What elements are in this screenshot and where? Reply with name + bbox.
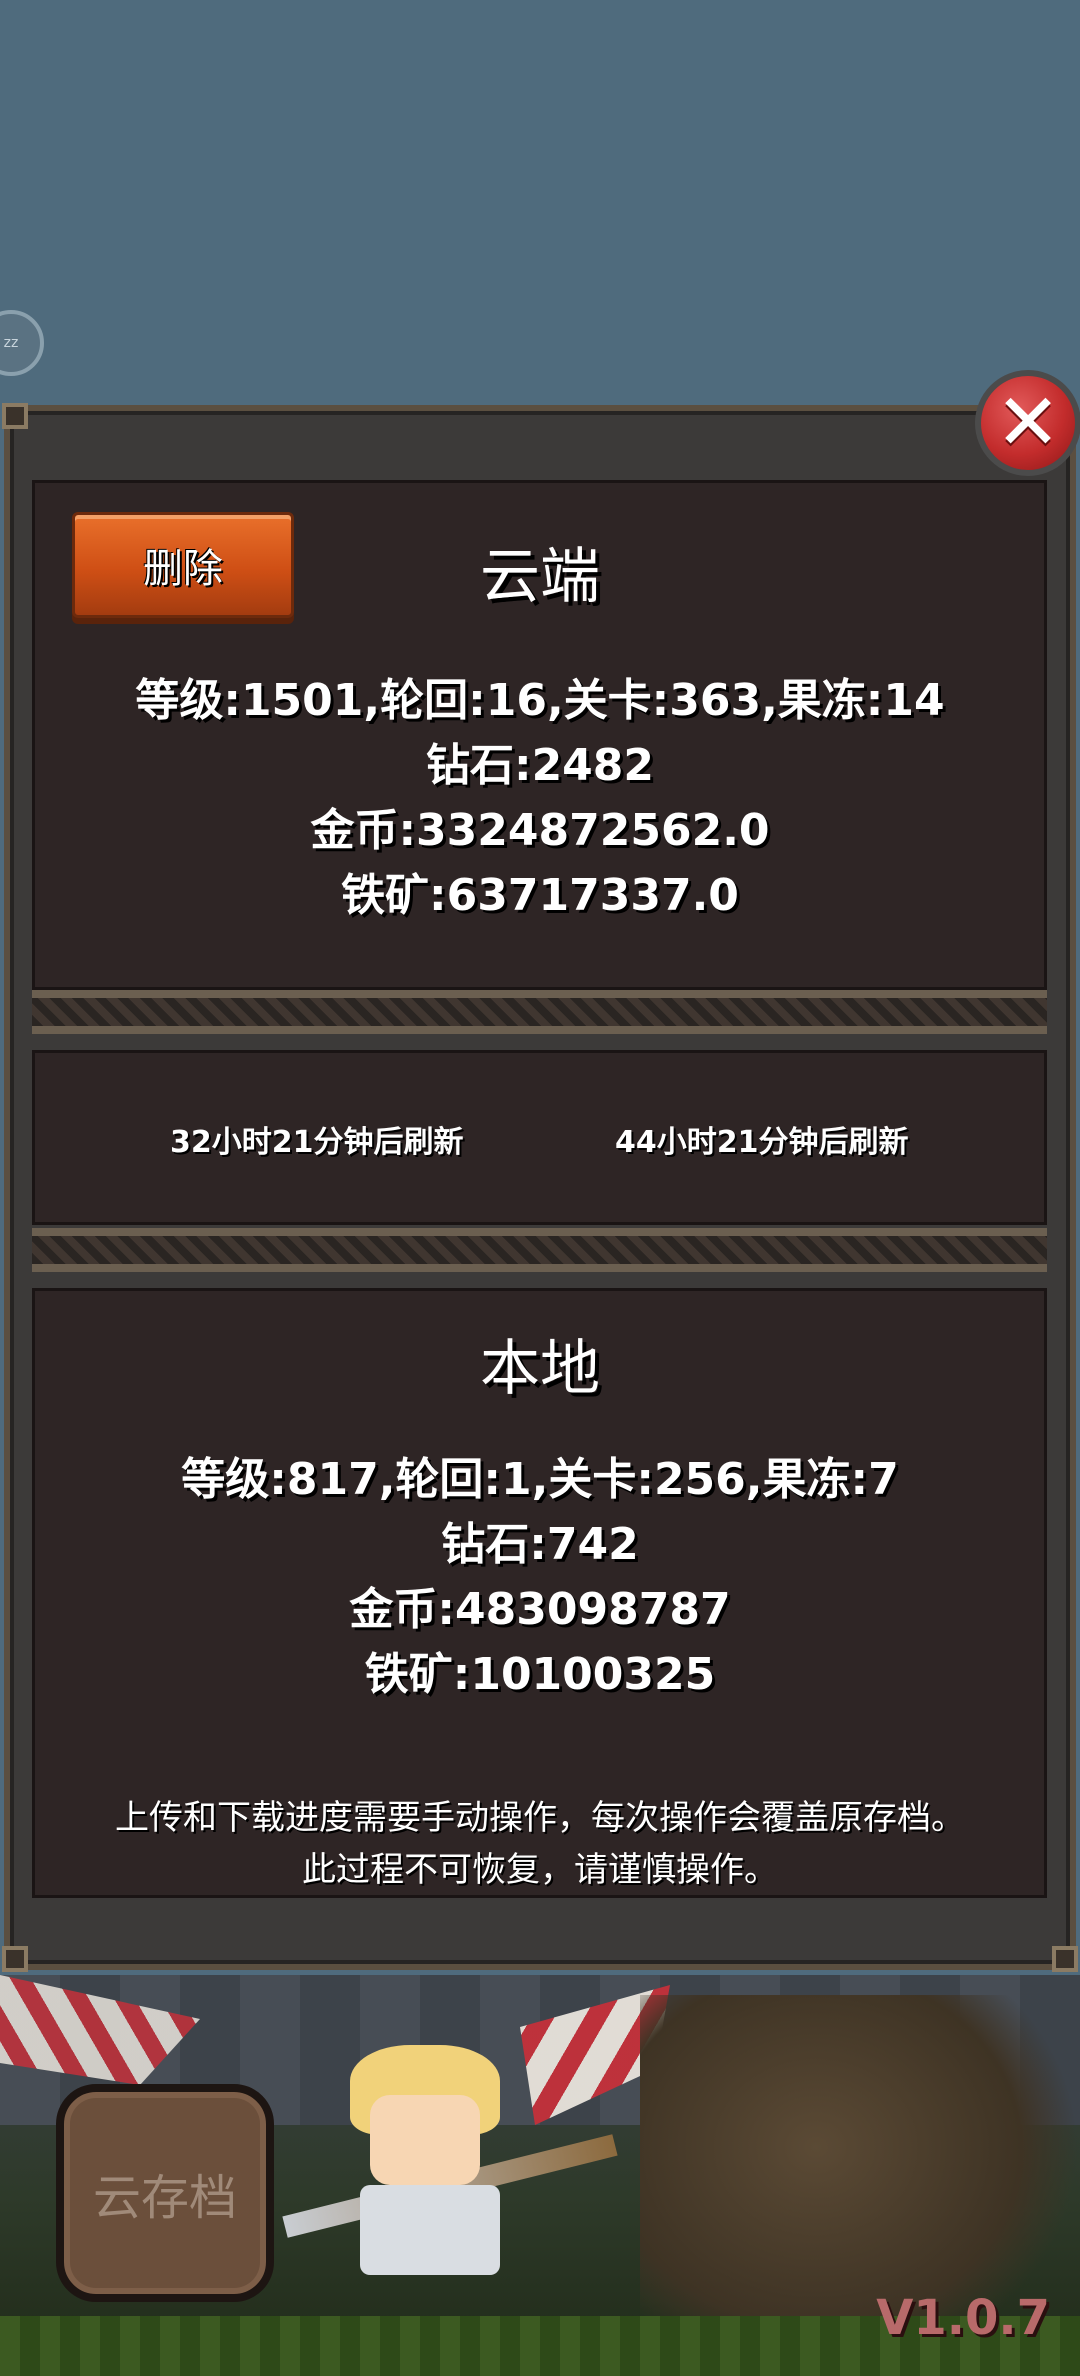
- cloud-level-line: 等级:1501,轮回:16,关卡:363,果冻:14: [135, 675, 945, 726]
- cloud-stats: 等级:1501,轮回:16,关卡:363,果冻:14 钻石:2482 金币:33…: [0, 668, 1080, 928]
- ornament-divider: [32, 990, 1047, 1034]
- local-gold-line: 金币:483098787: [349, 1584, 731, 1635]
- upload-refresh-timer: 32小时21分钟后刷新: [170, 1125, 464, 1160]
- cloud-gold-line: 金币:3324872562.0: [310, 805, 770, 856]
- cloud-save-label: 云存档: [92, 2170, 237, 2226]
- close-icon: ✕: [995, 378, 1061, 468]
- cloud-diamond-line: 钻石:2482: [425, 740, 655, 791]
- notice-line-2: 此过程不可恢复，请谨慎操作。: [302, 1850, 778, 1890]
- cloud-title: 云端: [480, 542, 600, 612]
- local-title: 本地: [480, 1334, 600, 1404]
- download-refresh-timer: 44小时21分钟后刷新: [615, 1125, 909, 1160]
- hero-character: [330, 2045, 530, 2275]
- close-button[interactable]: ✕: [975, 370, 1080, 476]
- hero-body: [360, 2185, 500, 2275]
- local-level-line: 等级:817,轮回:1,关卡:256,果冻:7: [181, 1454, 899, 1505]
- cloud-iron-line: 铁矿:63717337.0: [341, 870, 739, 921]
- local-iron-line: 铁矿:10100325: [364, 1649, 716, 1700]
- version-label: V1.0.7: [876, 2290, 1050, 2346]
- ornament-divider: [32, 1228, 1047, 1272]
- notice-line-1: 上传和下载进度需要手动操作，每次操作会覆盖原存档。: [115, 1798, 965, 1838]
- local-diamond-line: 钻石:742: [441, 1519, 639, 1570]
- hero-face: [370, 2095, 480, 2185]
- cloud-save-button[interactable]: 云存档: [56, 2084, 274, 2302]
- corner-ornament: [1052, 1946, 1078, 1972]
- corner-ornament: [2, 1946, 28, 1972]
- warning-notice: 上传和下载进度需要手动操作，每次操作会覆盖原存档。 此过程不可恢复，请谨慎操作。: [0, 1792, 1080, 1896]
- corner-ornament: [2, 403, 28, 429]
- local-stats: 等级:817,轮回:1,关卡:256,果冻:7 钻石:742 金币:483098…: [0, 1447, 1080, 1707]
